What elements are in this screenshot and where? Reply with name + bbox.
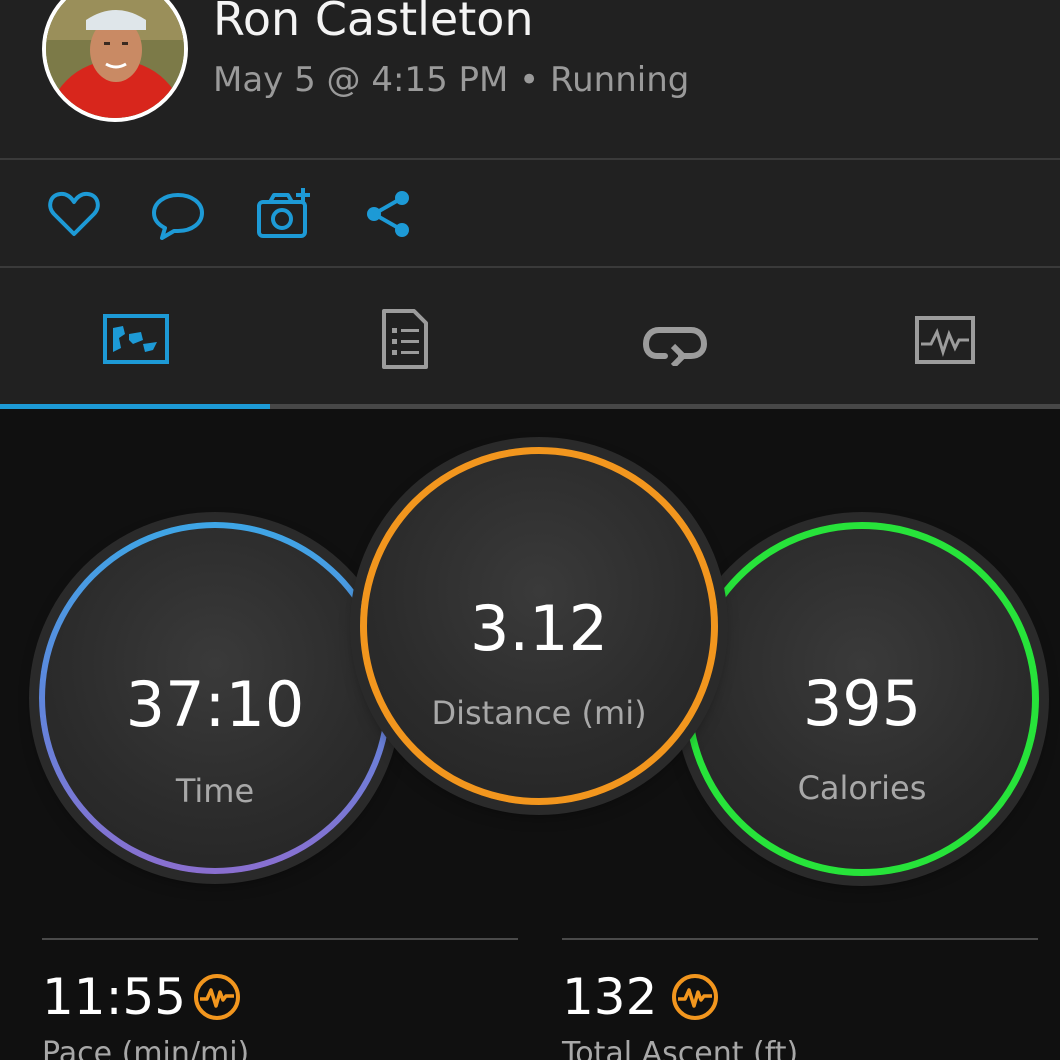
activity-type: Running	[550, 60, 690, 100]
user-name[interactable]: Ron Castleton	[213, 0, 534, 46]
calories-value: 395	[802, 667, 922, 740]
action-bar	[0, 160, 1060, 266]
ascent-rule	[562, 938, 1038, 940]
pace-value: 11:55	[42, 968, 187, 1026]
distance-value: 3.12	[469, 592, 609, 665]
map-overview-icon	[103, 314, 169, 364]
heart-rate-icon[interactable]	[670, 972, 720, 1022]
calories-ring[interactable]: 395 Calories	[685, 522, 1039, 876]
pace-rule	[42, 938, 518, 940]
tab-details[interactable]	[265, 268, 530, 406]
tab-selected-indicator	[0, 404, 270, 409]
time-value: 37:10	[125, 668, 305, 741]
pace-label: Pace (min/mi)	[42, 1036, 250, 1060]
comment-icon[interactable]	[150, 186, 206, 242]
laps-icon	[643, 327, 707, 366]
tab-laps[interactable]	[530, 268, 795, 406]
distance-ring[interactable]: 3.12 Distance (mi)	[360, 447, 718, 805]
activity-page: Ron Castleton May 5 @ 4:15 PM • Running	[0, 0, 1060, 1060]
activity-meta: May 5 @ 4:15 PM • Running	[213, 60, 689, 100]
avatar[interactable]	[42, 0, 188, 122]
tab-charts[interactable]	[795, 268, 1060, 406]
time-ring[interactable]: 37:10 Time	[39, 522, 391, 874]
activity-date-time: May 5 @ 4:15 PM	[213, 60, 509, 100]
details-document-icon	[382, 309, 428, 369]
meta-separator: •	[519, 60, 540, 100]
ascent-value: 132	[562, 968, 658, 1026]
heart-icon[interactable]	[46, 186, 102, 242]
tab-overview[interactable]	[0, 268, 265, 406]
time-label: Time	[175, 772, 255, 810]
share-icon[interactable]	[362, 186, 418, 242]
calories-label: Calories	[797, 769, 927, 807]
distance-label: Distance (mi)	[431, 694, 647, 732]
tab-bar	[0, 268, 1060, 406]
activity-header: Ron Castleton May 5 @ 4:15 PM • Running	[0, 0, 1060, 158]
charts-icon	[915, 316, 975, 364]
add-photo-icon[interactable]	[256, 186, 312, 242]
heart-rate-icon[interactable]	[192, 972, 242, 1022]
ascent-label: Total Ascent (ft)	[562, 1036, 799, 1060]
